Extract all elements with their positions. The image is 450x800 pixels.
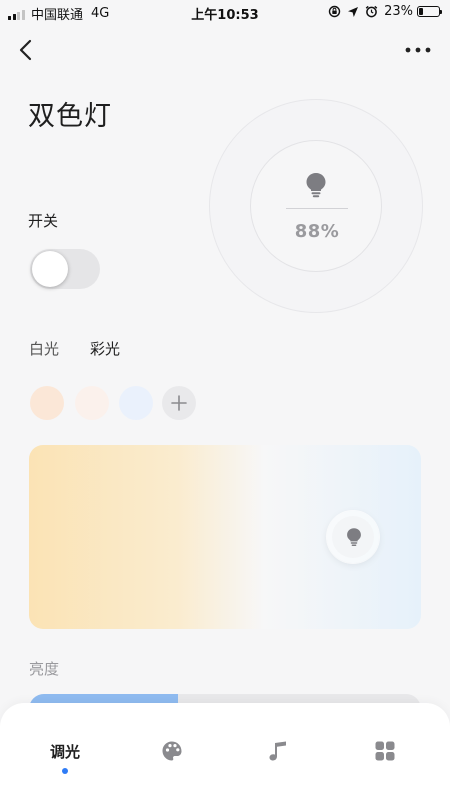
palette-icon bbox=[162, 741, 182, 761]
temperature-handle[interactable] bbox=[327, 511, 379, 563]
music-note-icon bbox=[269, 741, 286, 761]
location-icon bbox=[348, 6, 359, 17]
power-label: 开关 bbox=[28, 212, 59, 230]
bulb-icon bbox=[347, 528, 361, 546]
temperature-handle-inner bbox=[332, 516, 374, 558]
dial-value: 88% bbox=[294, 221, 340, 242]
tab-color-light[interactable]: 彩光 bbox=[90, 338, 120, 359]
add-preset-button[interactable] bbox=[162, 386, 196, 420]
grid-icon bbox=[375, 741, 395, 761]
nav-label-dimming: 调光 bbox=[49, 743, 80, 761]
page-title: 双色灯 bbox=[28, 101, 112, 132]
active-indicator-dot bbox=[62, 768, 68, 774]
battery-percent: 23% bbox=[384, 4, 413, 19]
battery-fill bbox=[419, 8, 424, 15]
nav-item-scenes[interactable] bbox=[340, 703, 430, 800]
nav-item-music[interactable] bbox=[233, 703, 323, 800]
toggle-knob bbox=[32, 251, 68, 287]
rotation-lock-icon bbox=[328, 5, 341, 18]
alarm-icon bbox=[365, 5, 378, 18]
dial-divider bbox=[286, 208, 348, 209]
status-right: 23% bbox=[328, 4, 442, 19]
dial-center bbox=[250, 140, 382, 272]
color-preset-3[interactable] bbox=[119, 386, 153, 420]
brightness-label: 亮度 bbox=[29, 660, 60, 678]
power-toggle[interactable] bbox=[30, 249, 100, 289]
nav-item-palette[interactable] bbox=[127, 703, 217, 800]
bulb-icon bbox=[306, 173, 326, 198]
back-button[interactable] bbox=[12, 36, 40, 64]
bottom-nav: 调光 bbox=[0, 703, 450, 800]
status-bar: 中国联通 4G 上午10:53 23% bbox=[0, 0, 450, 24]
back-chevron-icon bbox=[19, 39, 32, 61]
nav-item-dimming[interactable]: 调光 bbox=[20, 703, 110, 800]
more-button[interactable] bbox=[404, 40, 434, 60]
battery-icon bbox=[417, 6, 442, 17]
plus-icon bbox=[171, 395, 187, 411]
color-preset-1[interactable] bbox=[30, 386, 64, 420]
tab-white-light[interactable]: 白光 bbox=[29, 338, 59, 359]
color-preset-2[interactable] bbox=[75, 386, 109, 420]
more-dots-icon bbox=[405, 47, 431, 53]
